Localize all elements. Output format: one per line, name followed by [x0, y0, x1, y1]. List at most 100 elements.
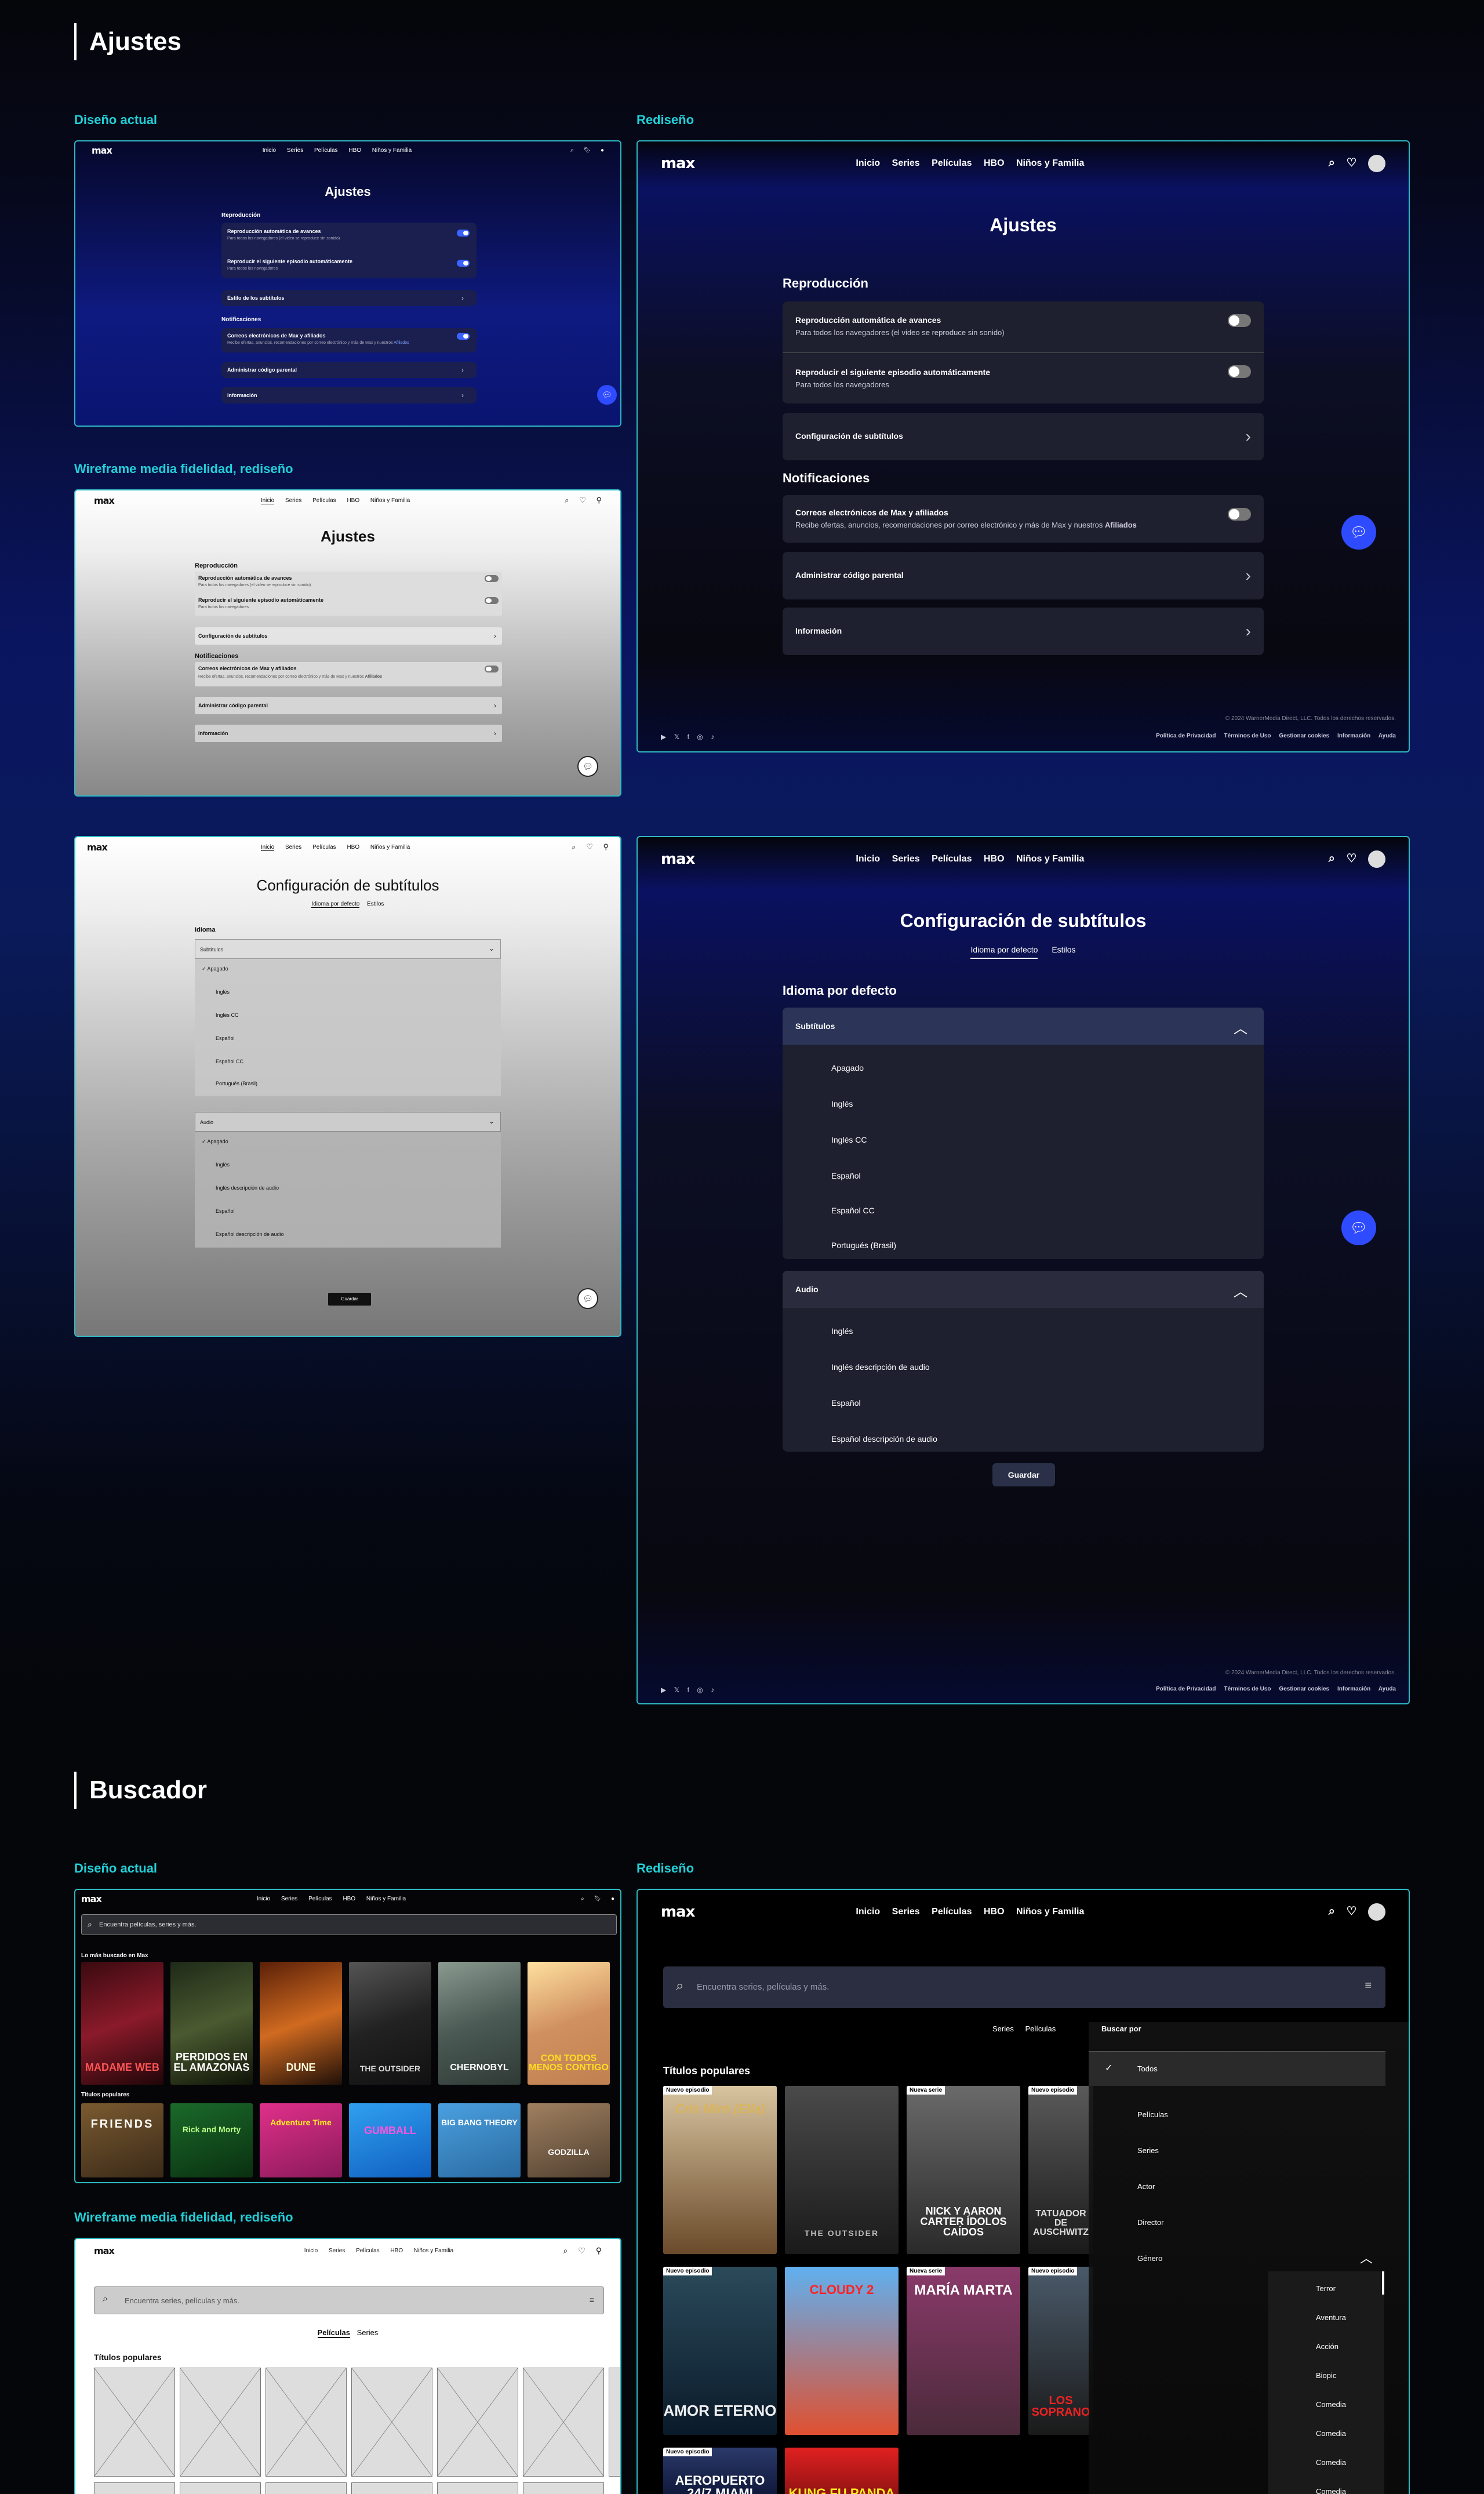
max-logo[interactable]: max [94, 495, 115, 506]
youtube-icon[interactable]: ▶ [661, 733, 666, 741]
subtitle-config-row[interactable]: Configuración de subtítulos › [195, 627, 502, 645]
x-icon[interactable]: 𝕏 [674, 1686, 680, 1694]
option-spanish-cc[interactable]: Español CC [831, 1206, 875, 1215]
info-row[interactable]: Información › [221, 387, 477, 403]
nav-series[interactable]: Series [892, 854, 920, 864]
tab-styles[interactable]: Estilos [367, 901, 384, 907]
facebook-icon[interactable]: f [688, 1686, 689, 1694]
profile-icon[interactable]: ⚲ [596, 496, 602, 505]
poster-placeholder[interactable] [351, 2482, 432, 2494]
nav-series[interactable]: Series [329, 2248, 345, 2254]
chat-icon[interactable]: 💬︎ [1341, 515, 1376, 550]
footer-help[interactable]: Ayuda [1378, 1686, 1396, 1692]
heart-icon[interactable]: ♡ [1347, 155, 1357, 170]
nav-ninos[interactable]: Niños y Familia [1016, 158, 1084, 168]
tiktok-icon[interactable]: ♪ [711, 733, 714, 741]
search-icon[interactable]: ⌕ [1329, 852, 1335, 866]
info-row[interactable]: Información › [783, 608, 1264, 655]
search-icon[interactable]: ⌕ [563, 2246, 568, 2256]
search-input[interactable]: ⌕ Encuentra series, películas y más. ≡ [663, 1966, 1385, 2008]
instagram-icon[interactable]: ◎ [697, 1686, 703, 1694]
nav-series[interactable]: Series [287, 147, 303, 154]
profile-icon[interactable]: ● [601, 147, 604, 154]
option-off[interactable]: Apagado [831, 1063, 864, 1073]
autoplay-toggle[interactable] [1228, 314, 1251, 327]
option-spanish[interactable]: Español [831, 1171, 861, 1180]
max-logo[interactable]: max [81, 1893, 102, 1904]
nav-inicio[interactable]: Inicio [257, 1896, 270, 1902]
nav-hbo[interactable]: HBO [984, 854, 1005, 864]
poster[interactable]: Nueva serie NICK Y AARON CARTER ÍDOLOS CA… [907, 2086, 1020, 2254]
email-toggle[interactable] [1228, 508, 1251, 521]
filter-option-genero[interactable]: Género [1137, 2254, 1162, 2263]
chat-icon[interactable]: 💬︎ [577, 1288, 598, 1309]
poster[interactable]: FRIENDS [81, 2103, 163, 2177]
scrollbar[interactable] [1382, 2271, 1384, 2295]
genre-option[interactable]: Acción [1316, 2342, 1338, 2351]
tab-default-language[interactable]: Idioma por defecto [970, 945, 1038, 959]
footer-privacy[interactable]: Política de Privacidad [1156, 733, 1216, 739]
nav-hbo[interactable]: HBO [343, 1896, 355, 1902]
genre-option[interactable]: Comedia [1316, 2458, 1346, 2467]
info-row[interactable]: Información › [195, 725, 502, 742]
poster-placeholder[interactable] [523, 2368, 604, 2477]
poster-placeholder[interactable] [265, 2368, 347, 2477]
search-input[interactable]: ⌕ Encuentra películas, series y más. [81, 1914, 617, 1935]
poster[interactable]: GUMBALL [349, 2103, 431, 2177]
nav-ninos[interactable]: Niños y Familia [1016, 854, 1084, 864]
footer-info[interactable]: Información [1337, 1686, 1370, 1692]
poster-placeholder[interactable] [351, 2368, 432, 2477]
nav-series[interactable]: Series [285, 844, 301, 850]
max-logo[interactable]: max [94, 2245, 115, 2256]
poster[interactable]: MADAME WEB [81, 1962, 163, 2085]
chat-icon[interactable]: 💬︎ [597, 385, 617, 405]
tab-movies[interactable]: Películas [317, 2328, 350, 2338]
nav-inicio[interactable]: Inicio [260, 497, 275, 504]
poster[interactable]: Nuevo episodio Cris Miró (Ella) [663, 2086, 777, 2254]
option-english[interactable]: Inglés [216, 989, 230, 995]
next-episode-toggle[interactable] [485, 597, 499, 604]
heart-icon[interactable]: ♡ [586, 842, 593, 852]
footer-help[interactable]: Ayuda [1378, 733, 1396, 739]
poster-placeholder[interactable] [437, 2368, 518, 2477]
autoplay-toggle[interactable] [457, 230, 470, 237]
email-toggle[interactable] [457, 333, 470, 340]
poster[interactable]: PERDIDOS EN EL AMAZONAS [170, 1962, 253, 2085]
nav-peliculas[interactable]: Películas [356, 2248, 380, 2254]
footer-privacy[interactable]: Política de Privacidad [1156, 1686, 1216, 1692]
poster-placeholder[interactable] [94, 2368, 175, 2477]
poster[interactable]: Adventure Time [260, 2103, 342, 2177]
genre-option[interactable]: Aventura [1316, 2313, 1346, 2322]
genre-option[interactable]: Biopic [1316, 2371, 1336, 2380]
profile-icon[interactable]: ● [611, 1896, 614, 1902]
next-episode-toggle[interactable] [457, 260, 470, 267]
option-english-cc[interactable]: Inglés CC [216, 1012, 239, 1018]
option-spanish-cc[interactable]: Español CC [216, 1059, 243, 1064]
heart-icon[interactable]: ♡ [1347, 851, 1357, 866]
subtitle-config-row[interactable]: Configuración de subtítulos › [783, 413, 1264, 460]
audio-option-spanish[interactable]: Español [216, 1208, 235, 1214]
search-icon[interactable]: ⌕ [565, 496, 569, 505]
nav-ninos[interactable]: Niños y Familia [372, 147, 412, 154]
option-english[interactable]: Inglés [831, 1099, 853, 1108]
tab-default-language[interactable]: Idioma por defecto [311, 901, 360, 908]
audio-dropdown[interactable]: Audio ⌄ [195, 1112, 501, 1132]
poster[interactable]: Nuevo episodio LOS SOPRANO [1028, 2267, 1093, 2435]
heart-icon[interactable]: ♡ [1347, 1904, 1357, 1918]
footer-terms[interactable]: Términos de Uso [1224, 733, 1271, 739]
tab-styles[interactable]: Estilos [1052, 945, 1075, 954]
nav-hbo[interactable]: HBO [348, 147, 361, 154]
bookmark-icon[interactable]: 🔖︎ [583, 147, 591, 154]
footer-terms[interactable]: Términos de Uso [1224, 1686, 1271, 1692]
filter-option-actor[interactable]: Actor [1137, 2182, 1155, 2191]
nav-inicio[interactable]: Inicio [260, 844, 275, 851]
nav-series[interactable]: Series [892, 1907, 920, 1917]
max-logo[interactable]: max [661, 1903, 695, 1921]
poster-placeholder[interactable] [265, 2482, 347, 2494]
poster[interactable]: CON TODOS MENOS CONTIGO [528, 1962, 610, 2085]
nav-peliculas[interactable]: Películas [932, 158, 972, 168]
genre-option[interactable]: Terror [1316, 2284, 1336, 2293]
nav-ninos[interactable]: Niños y Familia [370, 844, 410, 850]
search-icon[interactable]: ⌕ [1329, 1905, 1335, 1918]
next-episode-toggle[interactable] [1228, 365, 1251, 378]
